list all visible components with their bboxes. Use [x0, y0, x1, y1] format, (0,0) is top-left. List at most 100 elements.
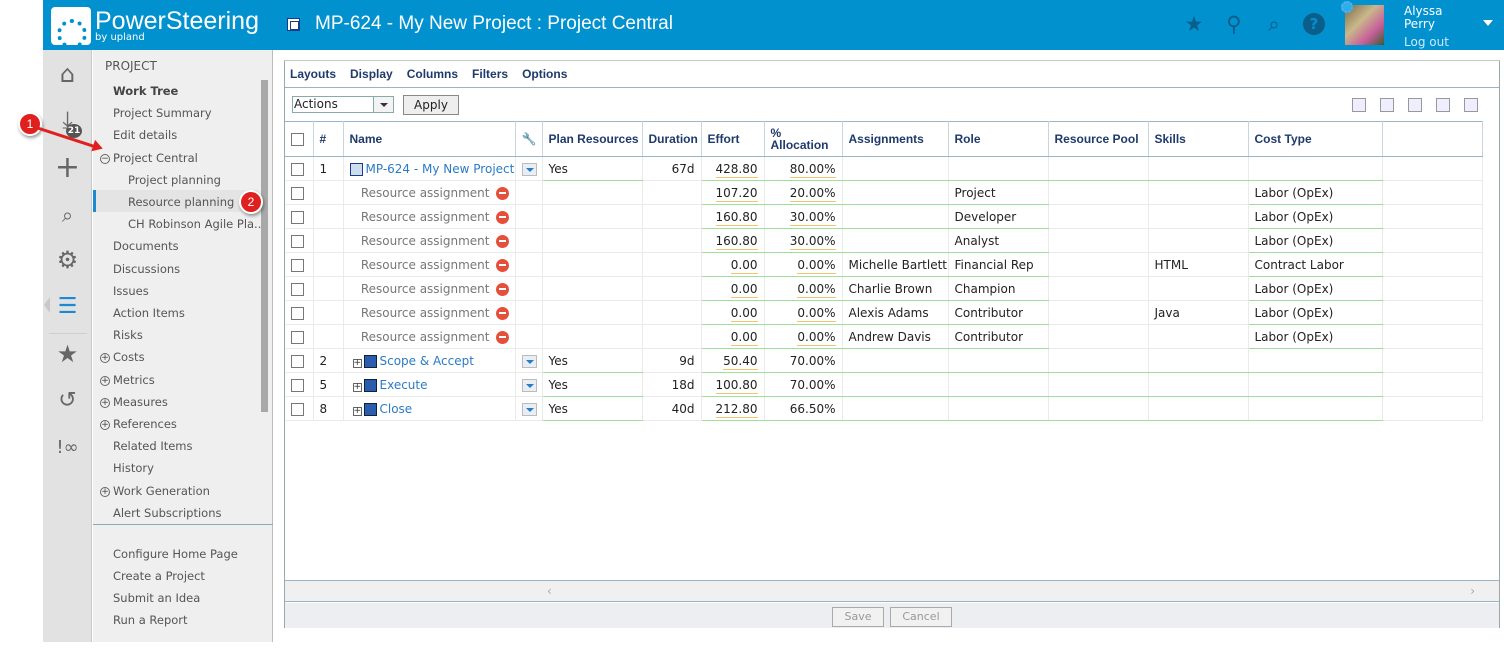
column-header[interactable]: Cost Type — [1248, 121, 1383, 157]
row-checkbox[interactable] — [291, 306, 304, 320]
select-all-checkbox[interactable] — [291, 133, 304, 147]
cost-cell[interactable] — [1248, 348, 1383, 373]
row-menu-dropdown-icon[interactable] — [521, 402, 537, 416]
assign-cell[interactable]: Andrew Davis — [842, 324, 949, 349]
sidenav-item-project-summary[interactable]: Project Summary — [113, 106, 212, 120]
remove-assignment-icon[interactable] — [495, 210, 509, 224]
cost-cell[interactable] — [1248, 396, 1383, 421]
chevron-down-icon[interactable] — [373, 97, 393, 112]
cost-cell[interactable] — [1248, 156, 1383, 181]
table-row[interactable]: Resource assignment 0.00 0.00% Charlie Brow… — [285, 276, 1483, 301]
skills-cell[interactable] — [1148, 348, 1249, 373]
row-name[interactable]: Resource assignment — [343, 228, 516, 253]
sidenav-link-create-a-project[interactable]: Create a Project — [113, 569, 205, 583]
table-row[interactable]: Resource assignment 0.00 0.00% Michelle Bar… — [285, 252, 1483, 277]
allocation-cell[interactable]: 70.00% — [764, 348, 843, 373]
row-menu-dropdown-icon[interactable] — [521, 378, 537, 392]
scroll-left-icon[interactable]: ‹ — [547, 584, 552, 598]
item-link[interactable]: Close — [380, 402, 413, 416]
allocation-cell[interactable]: 20.00% — [764, 180, 843, 205]
row-checkbox[interactable] — [291, 354, 304, 368]
cost-cell[interactable]: Labor (OpEx) — [1248, 300, 1383, 325]
expand-icon[interactable]: + — [100, 397, 110, 408]
menu-filters[interactable]: Filters — [472, 67, 508, 81]
sidenav-item-measures[interactable]: + Measures — [100, 395, 168, 409]
sidenav-item-alert-subscriptions[interactable]: Alert Subscriptions — [113, 506, 221, 520]
row-action-cell[interactable] — [515, 276, 543, 301]
allocation-cell[interactable]: 0.00% — [764, 276, 843, 301]
print-icon[interactable] — [1408, 98, 1422, 112]
sidenav-item-ch-robinson-agile-pla-[interactable]: CH Robinson Agile Pla... — [128, 217, 265, 231]
expand-icon[interactable]: + — [100, 353, 110, 364]
sidenav-scrollbar[interactable] — [261, 80, 268, 412]
effort-cell[interactable]: 100.80 — [701, 372, 765, 397]
cost-cell[interactable]: Contract Labor — [1248, 252, 1383, 277]
sidenav-item-edit-details[interactable]: Edit details — [113, 128, 177, 142]
row-checkbox[interactable] — [291, 330, 304, 344]
expand-icon[interactable]: + — [352, 382, 362, 392]
table-row[interactable]: 8 + Close Yes 40d 212.80 66.50% — [285, 396, 1483, 421]
sidenav-item-resource-planning[interactable]: Resource planning — [128, 195, 234, 209]
cost-cell[interactable]: Labor (OpEx) — [1248, 204, 1383, 229]
skills-cell[interactable] — [1148, 396, 1249, 421]
table-row[interactable]: Resource assignment 160.80 30.00% Developer… — [285, 204, 1483, 229]
favorites-star-icon[interactable]: ★ — [43, 336, 92, 372]
effort-cell[interactable]: 212.80 — [701, 396, 765, 421]
user-menu-caret-icon[interactable] — [1483, 20, 1493, 26]
allocation-cell[interactable]: 30.00% — [764, 228, 843, 253]
row-menu-dropdown-icon[interactable] — [521, 162, 537, 176]
row-action-cell[interactable] — [515, 324, 543, 349]
column-header[interactable]: Role — [948, 121, 1049, 157]
column-chooser-icon[interactable] — [1436, 98, 1450, 112]
actions-select[interactable]: Actions — [292, 96, 394, 113]
pool-cell[interactable] — [1048, 276, 1149, 301]
pool-cell[interactable] — [1048, 204, 1149, 229]
plan-resources-cell[interactable] — [542, 180, 643, 205]
sidenav-link-submit-an-idea[interactable]: Submit an Idea — [113, 591, 200, 605]
row-checkbox[interactable] — [291, 162, 304, 176]
row-name[interactable]: MP-624 - My New Project — [343, 156, 516, 181]
row-checkbox[interactable] — [291, 378, 304, 392]
allocation-cell[interactable]: 70.00% — [764, 372, 843, 397]
column-header[interactable]: Plan Resources — [542, 121, 643, 157]
skills-cell[interactable] — [1148, 276, 1249, 301]
folder-search-icon[interactable]: ⌕ — [43, 197, 92, 233]
scroll-right-icon[interactable]: › — [1470, 584, 1475, 598]
apply-button[interactable]: Apply — [403, 95, 459, 115]
work-tree-icon[interactable]: ☰ — [43, 289, 92, 325]
pool-cell[interactable] — [1048, 228, 1149, 253]
wrench-icon[interactable]: 🔧 — [522, 132, 537, 146]
column-header[interactable]: Name — [343, 121, 516, 157]
row-name[interactable]: Resource assignment — [343, 276, 516, 301]
sidenav-item-issues[interactable]: Issues — [113, 284, 149, 298]
expand-icon[interactable]: + — [100, 375, 110, 386]
row-checkbox[interactable] — [291, 210, 304, 224]
role-cell[interactable] — [948, 348, 1049, 373]
avatar[interactable] — [1341, 1, 1384, 45]
skills-cell[interactable]: Java — [1148, 300, 1249, 325]
map-pin-icon[interactable]: ⚲ — [1223, 13, 1245, 35]
effort-cell[interactable]: 0.00 — [701, 300, 765, 325]
cancel-button[interactable]: Cancel — [890, 607, 952, 627]
row-action-cell[interactable] — [515, 348, 543, 373]
expand-icon[interactable]: + — [100, 486, 110, 497]
effort-cell[interactable]: 107.20 — [701, 180, 765, 205]
assign-cell[interactable] — [842, 372, 949, 397]
skills-cell[interactable] — [1148, 204, 1249, 229]
history-icon[interactable]: ↺ — [43, 383, 92, 419]
effort-cell[interactable]: 160.80 — [701, 204, 765, 229]
role-cell[interactable] — [948, 396, 1049, 421]
row-action-cell[interactable] — [515, 396, 543, 421]
menu-options[interactable]: Options — [522, 67, 567, 81]
sidenav-item-history[interactable]: History — [113, 461, 154, 475]
item-link[interactable]: MP-624 - My New Project — [366, 162, 515, 176]
assign-cell[interactable]: Charlie Brown — [842, 276, 949, 301]
save-button[interactable]: Save — [832, 607, 884, 627]
row-name[interactable]: Resource assignment — [343, 180, 516, 205]
row-checkbox[interactable] — [291, 282, 304, 296]
sidenav-item-project-central[interactable]: − Project Central — [100, 151, 198, 165]
plan-resources-cell[interactable] — [542, 300, 643, 325]
sidenav-item-discussions[interactable]: Discussions — [113, 262, 180, 276]
effort-cell[interactable]: 0.00 — [701, 252, 765, 277]
gear-icon[interactable]: ⚙ — [43, 242, 92, 278]
